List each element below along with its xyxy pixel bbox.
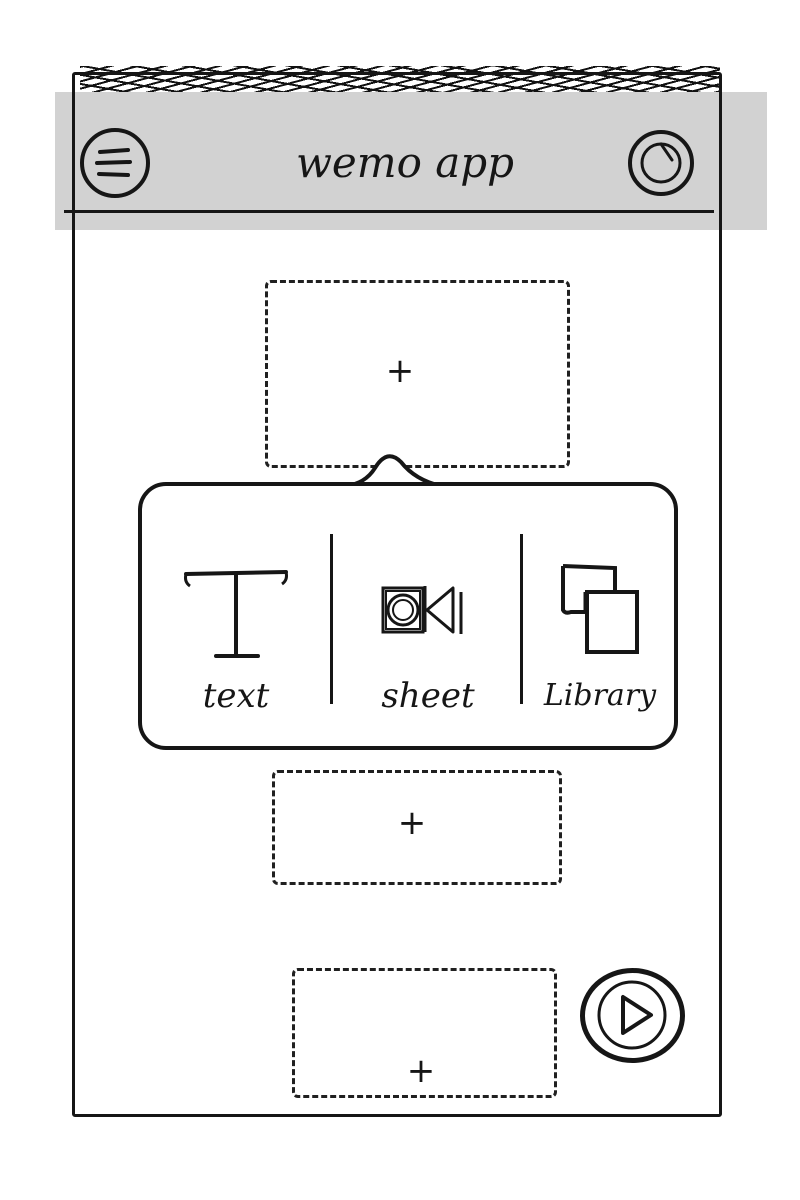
library-layers-icon: [524, 562, 676, 672]
sheet-media-icon: [334, 562, 522, 672]
menu-button[interactable]: [80, 128, 150, 198]
insert-sheet-option[interactable]: sheet: [334, 486, 522, 746]
option-divider: [330, 534, 333, 704]
add-block-slot[interactable]: +: [292, 968, 557, 1098]
insert-text-option[interactable]: text: [142, 486, 330, 746]
insert-text-label: text: [202, 676, 270, 716]
play-button[interactable]: [580, 968, 685, 1063]
text-t-icon: [142, 562, 330, 672]
plus-icon: +: [397, 803, 427, 843]
play-icon: [597, 980, 667, 1050]
insert-library-option[interactable]: Library: [524, 486, 676, 746]
insert-block-popover: text sheet Library: [138, 482, 678, 750]
plus-icon: +: [406, 1051, 436, 1091]
insert-library-label: Library: [543, 678, 657, 713]
plus-icon: +: [385, 351, 415, 391]
app-screen: wemo app + text sheet Library + +: [0, 0, 800, 1200]
insert-sheet-label: sheet: [381, 676, 475, 716]
add-block-slot[interactable]: +: [265, 280, 570, 468]
hamburger-menu-icon: [95, 148, 132, 177]
option-divider: [520, 534, 523, 704]
profile-button[interactable]: [628, 130, 694, 196]
profile-circle-icon: [640, 142, 682, 184]
app-title: wemo app: [295, 138, 515, 187]
add-block-slot[interactable]: +: [272, 770, 562, 885]
